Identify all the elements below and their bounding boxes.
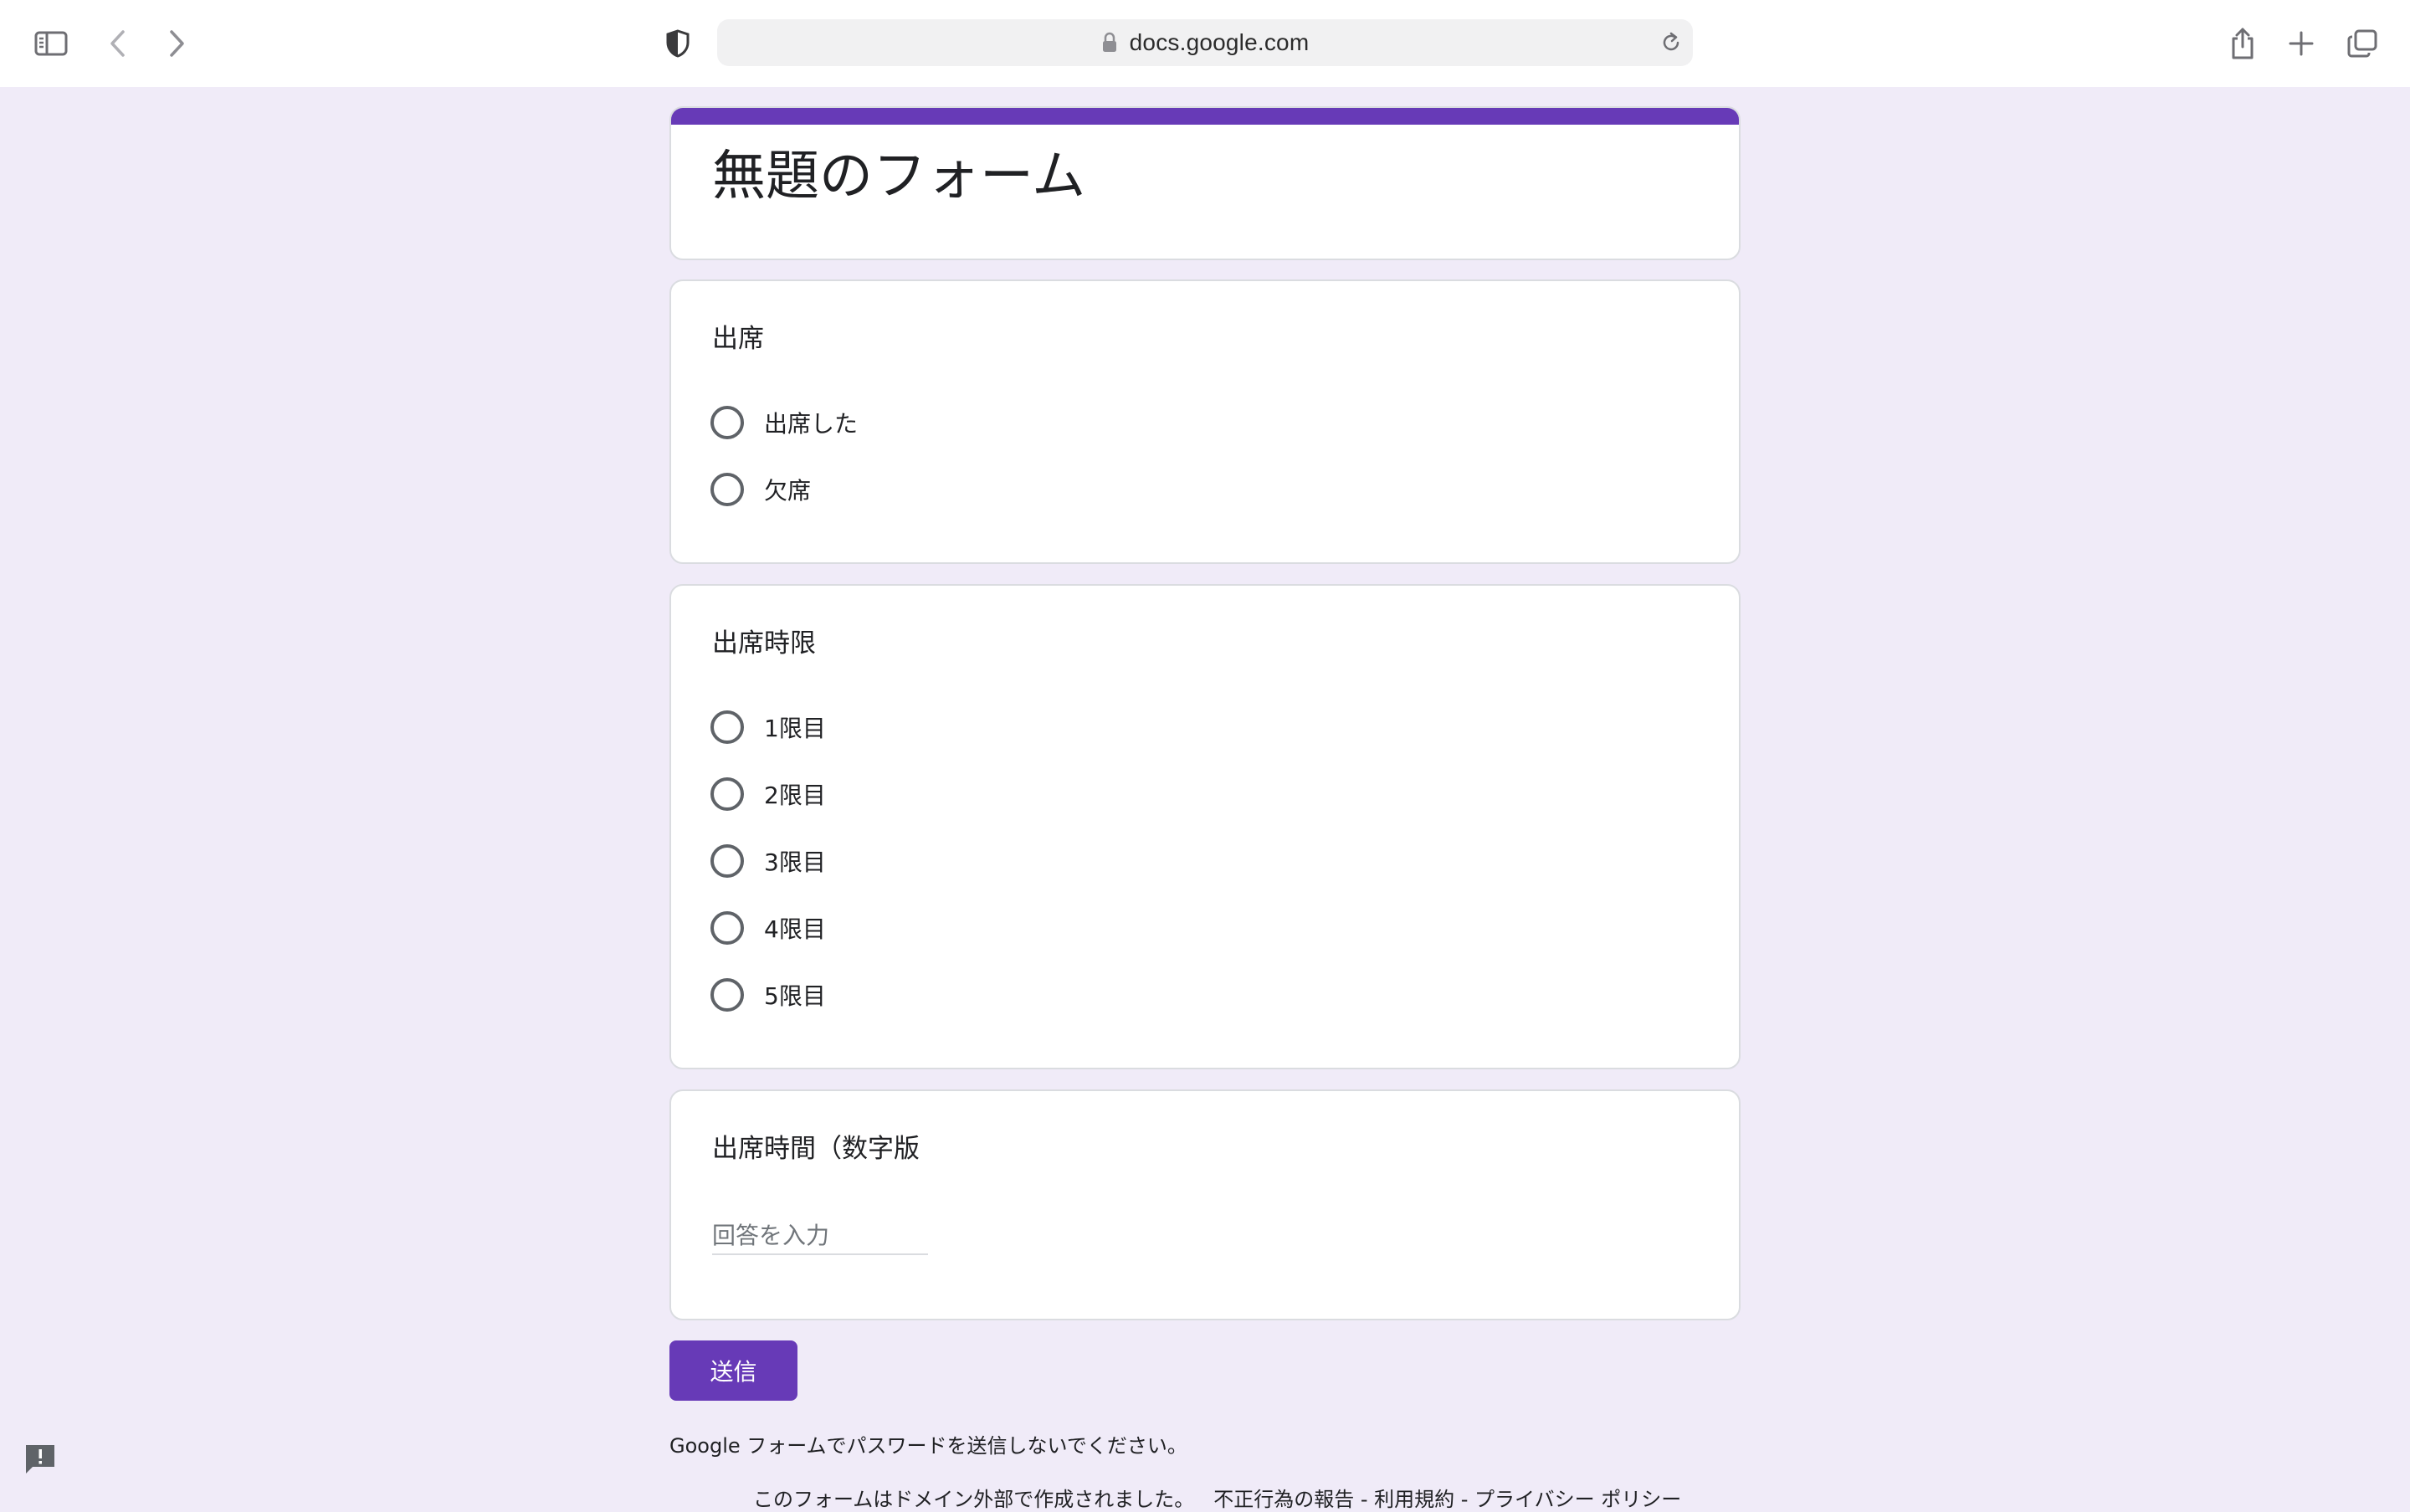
footer-notice: このフォームはドメイン外部で作成されました。 不正行為の報告 - 利用規約 - … bbox=[753, 1483, 1681, 1512]
accent-band bbox=[671, 108, 1739, 125]
footer-separator: - bbox=[1454, 1488, 1475, 1511]
radio-button[interactable] bbox=[710, 777, 744, 811]
option-label: 3限目 bbox=[764, 848, 826, 876]
password-warning: Google フォームでパスワードを送信しないでください。 bbox=[669, 1434, 1187, 1458]
shield-icon[interactable] bbox=[654, 20, 701, 67]
domain-notice: このフォームはドメイン外部で作成されました。 bbox=[753, 1488, 1195, 1511]
form-title-card: 無題のフォーム bbox=[669, 106, 1741, 260]
plus-icon[interactable] bbox=[2278, 20, 2325, 67]
share-icon[interactable] bbox=[2219, 20, 2266, 67]
radio-option[interactable]: 1限目 bbox=[710, 709, 826, 746]
radio-option[interactable]: 2限目 bbox=[710, 776, 826, 812]
question-title: 出席時間（数字版 bbox=[712, 1134, 920, 1164]
radio-option[interactable]: 欠席 bbox=[710, 471, 811, 508]
radio-option[interactable]: 4限目 bbox=[710, 910, 826, 946]
submit-button[interactable]: 送信 bbox=[669, 1340, 797, 1401]
radio-button[interactable] bbox=[710, 473, 744, 506]
feedback-icon[interactable] bbox=[20, 1439, 60, 1479]
radio-button[interactable] bbox=[710, 844, 744, 878]
answer-input[interactable] bbox=[712, 1217, 928, 1255]
question-title: 出席時限 bbox=[712, 628, 816, 659]
report-abuse-link[interactable]: 不正行為の報告 bbox=[1213, 1488, 1354, 1511]
url-text: docs.google.com bbox=[1129, 29, 1310, 55]
radio-button[interactable] bbox=[710, 710, 744, 744]
option-label: 2限目 bbox=[764, 782, 826, 809]
radio-button[interactable] bbox=[710, 406, 744, 439]
question-card-time: 出席時間（数字版 bbox=[669, 1089, 1741, 1320]
question-card-period: 出席時限 1限目 2限目 3限目 4限目 5限目 bbox=[669, 584, 1741, 1069]
radio-button[interactable] bbox=[710, 978, 744, 1012]
back-chevron-icon[interactable] bbox=[95, 20, 141, 67]
forward-chevron-icon[interactable] bbox=[153, 20, 200, 67]
option-label: 1限目 bbox=[764, 715, 826, 742]
radio-option[interactable]: 3限目 bbox=[710, 843, 826, 879]
option-label: 出席した bbox=[764, 410, 859, 438]
radio-button[interactable] bbox=[710, 911, 744, 945]
radio-option[interactable]: 5限目 bbox=[710, 976, 826, 1013]
question-card-attendance: 出席 出席した 欠席 bbox=[669, 279, 1741, 564]
form-title: 無題のフォーム bbox=[712, 146, 1086, 208]
option-label: 欠席 bbox=[764, 477, 812, 505]
address-bar[interactable]: docs.google.com bbox=[717, 19, 1693, 66]
browser-toolbar: docs.google.com bbox=[0, 0, 2410, 87]
reload-icon[interactable] bbox=[1659, 31, 1683, 54]
privacy-link[interactable]: プライバシー ポリシー bbox=[1474, 1488, 1681, 1511]
option-label: 4限目 bbox=[764, 915, 826, 943]
lock-icon bbox=[1101, 31, 1120, 54]
option-label: 5限目 bbox=[764, 982, 826, 1010]
question-title: 出席 bbox=[712, 324, 764, 354]
radio-option[interactable]: 出席した bbox=[710, 404, 858, 441]
terms-link[interactable]: 利用規約 bbox=[1374, 1488, 1454, 1511]
sidebar-icon[interactable] bbox=[28, 20, 74, 67]
footer-separator: - bbox=[1354, 1488, 1375, 1511]
tabs-icon[interactable] bbox=[2339, 20, 2386, 67]
